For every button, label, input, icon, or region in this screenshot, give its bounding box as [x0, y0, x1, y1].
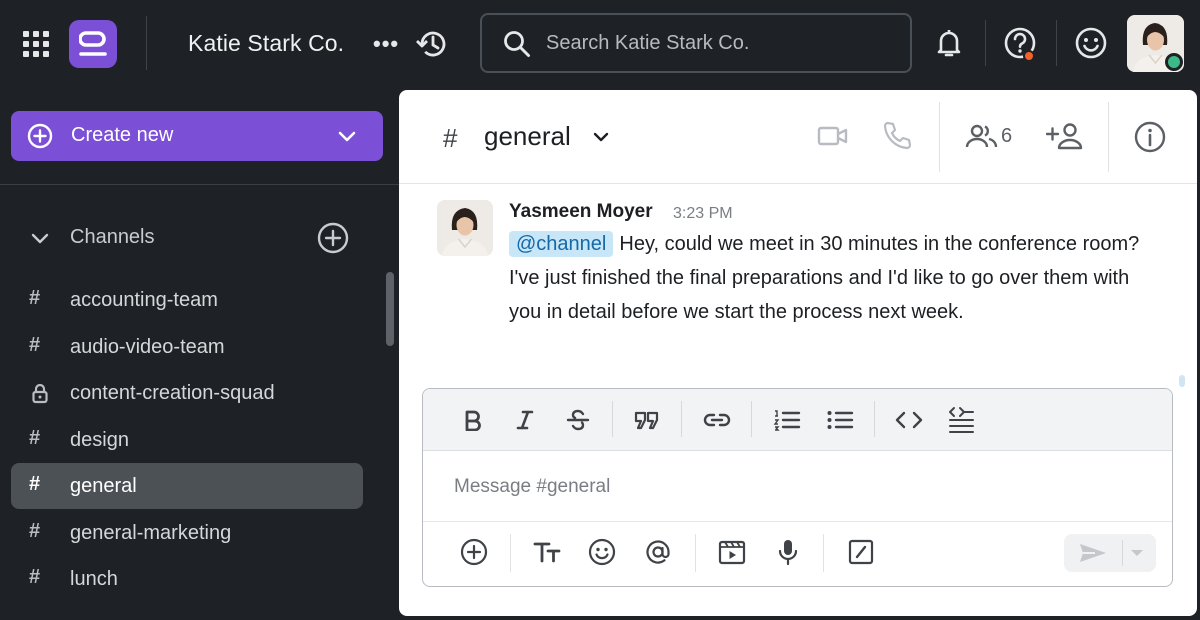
channel-name: content-creation-squad: [70, 382, 275, 404]
more-options-button[interactable]: •••: [373, 31, 399, 57]
slash-command-icon[interactable]: [846, 537, 876, 567]
add-member-icon[interactable]: [1046, 121, 1084, 151]
online-status-indicator: [1165, 53, 1183, 71]
topbar-divider: [146, 16, 147, 70]
sidebar-scrollbar[interactable]: [386, 272, 394, 346]
top-bar: Katie Stark Co. •••: [0, 0, 1200, 88]
action-divider: [823, 534, 824, 572]
channel-title[interactable]: general: [484, 121, 571, 152]
create-new-button[interactable]: Create new: [11, 111, 383, 161]
hash-icon: #: [29, 287, 41, 309]
message-input[interactable]: [454, 473, 1054, 501]
hash-icon: #: [29, 427, 41, 449]
search-input[interactable]: [546, 29, 896, 57]
search-icon: [502, 29, 532, 59]
topbar-divider: [985, 20, 986, 66]
strikethrough-icon[interactable]: [564, 406, 592, 434]
status-emoji-icon[interactable]: [1074, 26, 1108, 60]
team-name[interactable]: Katie Stark Co.: [188, 30, 344, 57]
topbar-divider: [1056, 20, 1057, 66]
add-channel-icon[interactable]: [317, 222, 349, 254]
emoji-icon[interactable]: [587, 537, 617, 567]
composer-divider: [423, 521, 1172, 522]
gif-video-icon[interactable]: [717, 537, 747, 567]
microphone-icon[interactable]: [773, 537, 803, 567]
message-list-scrollbar[interactable]: [1179, 375, 1185, 387]
channel-menu-chevron-icon[interactable]: [592, 128, 610, 146]
sidebar-divider: [0, 184, 399, 185]
sidebar-channel-audio-video-team[interactable]: # audio-video-team: [11, 324, 363, 370]
toolbar-divider: [612, 401, 613, 437]
channel-name: accounting-team: [70, 289, 218, 311]
channel-name: lunch: [70, 568, 118, 590]
channel-hash-icon: #: [443, 123, 458, 153]
message-author-name[interactable]: Yasmeen Moyer: [509, 201, 653, 223]
members-icon[interactable]: [965, 122, 999, 150]
channel-info-icon[interactable]: [1133, 120, 1167, 154]
chevron-down-icon: [336, 125, 358, 147]
channel-name: audio-video-team: [70, 336, 225, 358]
help-notification-dot: [1023, 50, 1035, 62]
phone-call-icon[interactable]: [881, 120, 913, 152]
bulleted-list-icon[interactable]: [826, 406, 854, 434]
toolbar-divider: [751, 401, 752, 437]
channels-collapse-icon[interactable]: [30, 228, 50, 248]
send-button[interactable]: [1064, 534, 1156, 572]
workspace-logo-icon[interactable]: [69, 20, 117, 68]
sidebar-channel-general-marketing[interactable]: # general-marketing: [11, 510, 363, 556]
app-grid-icon[interactable]: [23, 31, 49, 57]
message-composer: [422, 388, 1173, 587]
sidebar-channel-design[interactable]: # design: [11, 417, 363, 463]
action-divider: [695, 534, 696, 572]
plus-circle-icon: [27, 123, 53, 149]
lock-icon: [31, 384, 49, 404]
link-icon[interactable]: [703, 406, 731, 434]
notifications-bell-icon[interactable]: [933, 26, 965, 60]
hash-icon: #: [29, 520, 41, 542]
channel-name: general: [70, 475, 137, 497]
member-count[interactable]: 6: [1001, 125, 1012, 148]
italic-icon[interactable]: [511, 406, 539, 434]
toolbar-divider: [874, 401, 875, 437]
video-call-icon[interactable]: [817, 122, 849, 150]
message-author-avatar[interactable]: [437, 200, 493, 256]
channel-mention[interactable]: @channel: [509, 231, 614, 257]
search-box[interactable]: [480, 13, 912, 73]
toolbar-divider: [681, 401, 682, 437]
bold-icon[interactable]: [459, 406, 487, 434]
code-block-icon[interactable]: [947, 406, 975, 434]
history-icon[interactable]: [414, 26, 450, 62]
channel-panel: # general 6 Yasmeen Moyer 3:23 PM @chann…: [399, 90, 1197, 616]
hash-icon: #: [29, 566, 41, 588]
sidebar-channel-content-creation-squad[interactable]: content-creation-squad: [11, 370, 363, 416]
mention-icon[interactable]: [643, 537, 673, 567]
numbered-list-icon[interactable]: [773, 406, 801, 434]
hash-icon: #: [29, 473, 41, 495]
channel-name: general-marketing: [70, 522, 232, 544]
message-timestamp[interactable]: 3:23 PM: [673, 205, 733, 223]
header-divider: [939, 102, 940, 172]
create-new-label: Create new: [71, 124, 174, 146]
send-divider: [1122, 540, 1123, 566]
channel-name: design: [70, 429, 129, 451]
code-icon[interactable]: [895, 406, 923, 434]
action-divider: [510, 534, 511, 572]
sidebar-channel-accounting-team[interactable]: # accounting-team: [11, 277, 363, 323]
send-options-chevron-icon[interactable]: [1130, 547, 1144, 559]
hash-icon: #: [29, 334, 41, 356]
message-body: @channel Hey, could we meet in 30 minutes…: [509, 227, 1149, 329]
quote-icon[interactable]: [633, 406, 661, 434]
send-icon: [1078, 542, 1108, 564]
header-divider-line: [399, 183, 1197, 184]
sidebar-channel-lunch[interactable]: # lunch: [11, 556, 363, 602]
formatting-toolbar: [423, 389, 1172, 451]
sidebar-channel-general[interactable]: # general: [11, 463, 363, 509]
header-divider: [1108, 102, 1109, 172]
attach-plus-icon[interactable]: [459, 537, 489, 567]
text-format-icon[interactable]: [532, 537, 562, 567]
channels-heading[interactable]: Channels: [70, 226, 155, 249]
